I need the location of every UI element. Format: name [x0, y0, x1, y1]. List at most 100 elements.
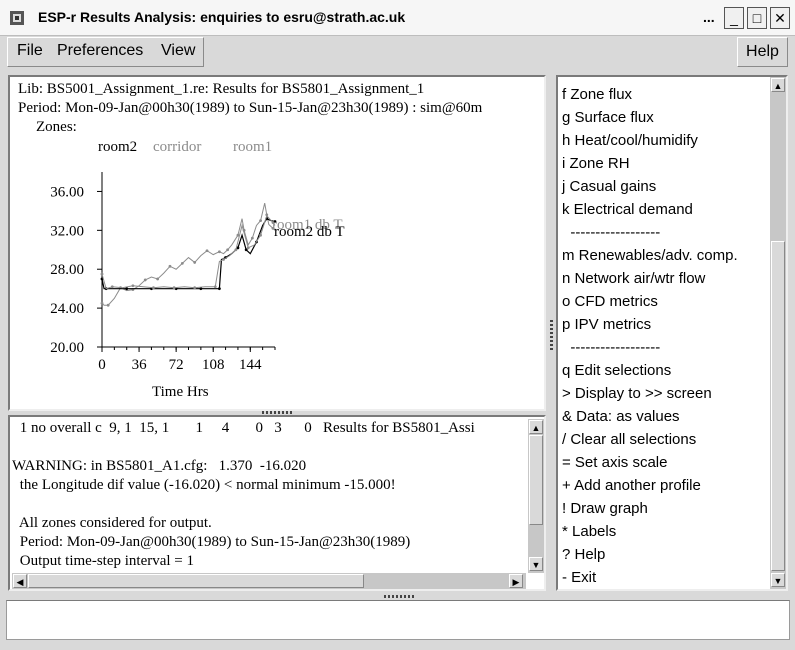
data-point — [106, 303, 110, 307]
output-line: the Longitude dif value (-16.020) < norm… — [16, 477, 396, 493]
x-tick-label: 36 — [132, 357, 148, 373]
output-vertical-scrollbar[interactable]: ▲ ▼ — [528, 419, 544, 573]
scroll-right-arrow-icon[interactable]: ▶ — [509, 574, 523, 588]
menu-item[interactable]: > Display to >> screen — [562, 382, 712, 405]
menu-item[interactable]: o CFD metrics — [562, 290, 658, 313]
menu-item[interactable]: ! Draw graph — [562, 497, 648, 520]
data-point — [250, 236, 254, 240]
y-tick-label: 20.00 — [50, 340, 84, 356]
output-line: WARNING: in BS5801_A1.cfg: 1.370 -16.020 — [12, 458, 307, 474]
temperature-chart: 20.00 24.00 28.00 32.00 36.00 0 36 72 108 144 roo… — [50, 172, 345, 373]
data-point — [100, 301, 104, 305]
scroll-left-arrow-icon[interactable]: ◀ — [13, 574, 27, 588]
data-point — [180, 261, 184, 265]
menu-item[interactable]: i Zone RH — [562, 152, 630, 175]
output-line: All zones considered for output. — [16, 515, 212, 531]
menu-separator: ------------------ — [562, 339, 661, 356]
maximize-button[interactable]: □ — [747, 7, 767, 29]
menu-item[interactable]: + Add another profile — [562, 474, 701, 497]
data-point — [172, 286, 176, 290]
scroll-down-arrow-icon[interactable]: ▼ — [529, 557, 543, 571]
data-point — [110, 285, 114, 289]
chart-series — [100, 202, 277, 307]
scrollbar-thumb[interactable] — [771, 241, 785, 571]
command-input-field[interactable] — [6, 600, 790, 640]
data-point — [152, 286, 155, 290]
data-point — [193, 261, 197, 264]
data-point — [226, 248, 230, 252]
menu-item[interactable]: * Labels — [562, 520, 616, 543]
data-point — [193, 286, 197, 290]
menu-file[interactable]: File — [9, 38, 51, 66]
data-point — [100, 272, 104, 276]
app-icon — [10, 11, 24, 25]
menu-item[interactable]: m Renewables/adv. comp. — [562, 244, 738, 267]
scroll-up-arrow-icon[interactable]: ▲ — [529, 420, 543, 434]
data-point — [131, 284, 135, 288]
data-point — [234, 248, 238, 252]
menu-item[interactable]: f Zone flux — [562, 83, 632, 106]
scrollbar-thumb[interactable] — [529, 435, 543, 525]
menu-item[interactable]: & Data: as values — [562, 405, 680, 428]
y-tick-label: 28.00 — [50, 262, 84, 278]
minimize-button[interactable]: _ — [724, 7, 744, 29]
status-splitter-grip[interactable] — [384, 595, 414, 598]
output-text-pane: 1 no overall c 9, 1 15, 1 1 4 0 3 0 Resu… — [8, 415, 546, 591]
data-point — [205, 249, 209, 253]
data-point — [213, 285, 217, 289]
menu-item[interactable]: - Exit — [562, 566, 596, 589]
menu-item[interactable]: n Network air/wtr flow — [562, 267, 705, 290]
chart-axes: 20.00 24.00 28.00 32.00 36.00 0 36 72 108 144 — [50, 172, 276, 373]
scrollbar-thumb[interactable] — [28, 574, 364, 588]
command-menu-pane: f Zone flux g Surface flux h Heat/cool/hum… — [556, 75, 788, 591]
menu-item[interactable]: q Edit selections — [562, 359, 671, 382]
data-point — [156, 277, 160, 281]
x-tick-label: 144 — [239, 357, 262, 373]
menu-preferences[interactable]: Preferences — [49, 38, 151, 66]
data-point — [246, 246, 250, 250]
scroll-up-arrow-icon[interactable]: ▲ — [771, 78, 785, 92]
series-line-room2-db-T — [101, 217, 276, 290]
vertical-splitter-grip[interactable] — [550, 320, 553, 350]
menu-item[interactable]: g Surface flux — [562, 106, 654, 129]
menu-item[interactable]: = Set axis scale — [562, 451, 667, 474]
graph-pane: Lib: BS5001_Assignment_1.re: Results for… — [8, 75, 546, 411]
data-point — [217, 287, 221, 291]
menu-separator: ------------------ — [562, 224, 661, 241]
menu-item[interactable]: p IPV metrics — [562, 313, 651, 336]
series-label-room2: room2 db T — [274, 224, 345, 240]
menu-item[interactable]: j Casual gains — [562, 175, 656, 198]
title-dots: ... — [703, 9, 715, 25]
data-point — [244, 248, 248, 252]
data-point — [125, 287, 129, 291]
help-button[interactable]: Help — [737, 37, 788, 67]
close-button[interactable]: ✕ — [770, 7, 790, 29]
window-title: ESP-r Results Analysis: enquiries to esr… — [38, 9, 406, 25]
data-point — [217, 250, 221, 254]
menu-item[interactable]: ? Help — [562, 543, 605, 566]
output-line: Output time-step interval = 1 — [16, 553, 195, 569]
series-line-room1-db-T — [101, 202, 276, 306]
scroll-down-arrow-icon[interactable]: ▼ — [771, 573, 785, 587]
data-point — [143, 278, 147, 282]
x-tick-label: 108 — [202, 357, 225, 373]
data-point — [259, 233, 262, 237]
output-line: Period: Mon-09-Jan@00h30(1989) to Sun-15… — [16, 534, 411, 550]
menu-vertical-scrollbar[interactable]: ▲ ▼ — [770, 77, 786, 589]
x-tick-label: 0 — [98, 357, 106, 373]
horizontal-splitter-grip[interactable] — [262, 411, 292, 414]
x-tick-label: 72 — [169, 357, 184, 373]
title-bar: ESP-r Results Analysis: enquiries to esr… — [0, 0, 795, 36]
menu-view[interactable]: View — [153, 38, 203, 66]
y-tick-label: 24.00 — [50, 301, 84, 317]
menu-item[interactable]: / Clear all selections — [562, 428, 696, 451]
y-tick-label: 32.00 — [50, 223, 84, 239]
output-horizontal-scrollbar[interactable]: ◀ ▶ — [12, 573, 526, 589]
output-line: 1 no overall c 9, 1 15, 1 1 4 0 3 0 Resu… — [16, 420, 475, 436]
y-tick-label: 36.00 — [50, 184, 84, 200]
menu-item[interactable]: k Electrical demand — [562, 198, 693, 221]
data-point — [259, 219, 262, 223]
menu-item[interactable]: h Heat/cool/humidify — [562, 129, 698, 152]
data-point — [168, 264, 172, 268]
data-point — [222, 258, 225, 261]
